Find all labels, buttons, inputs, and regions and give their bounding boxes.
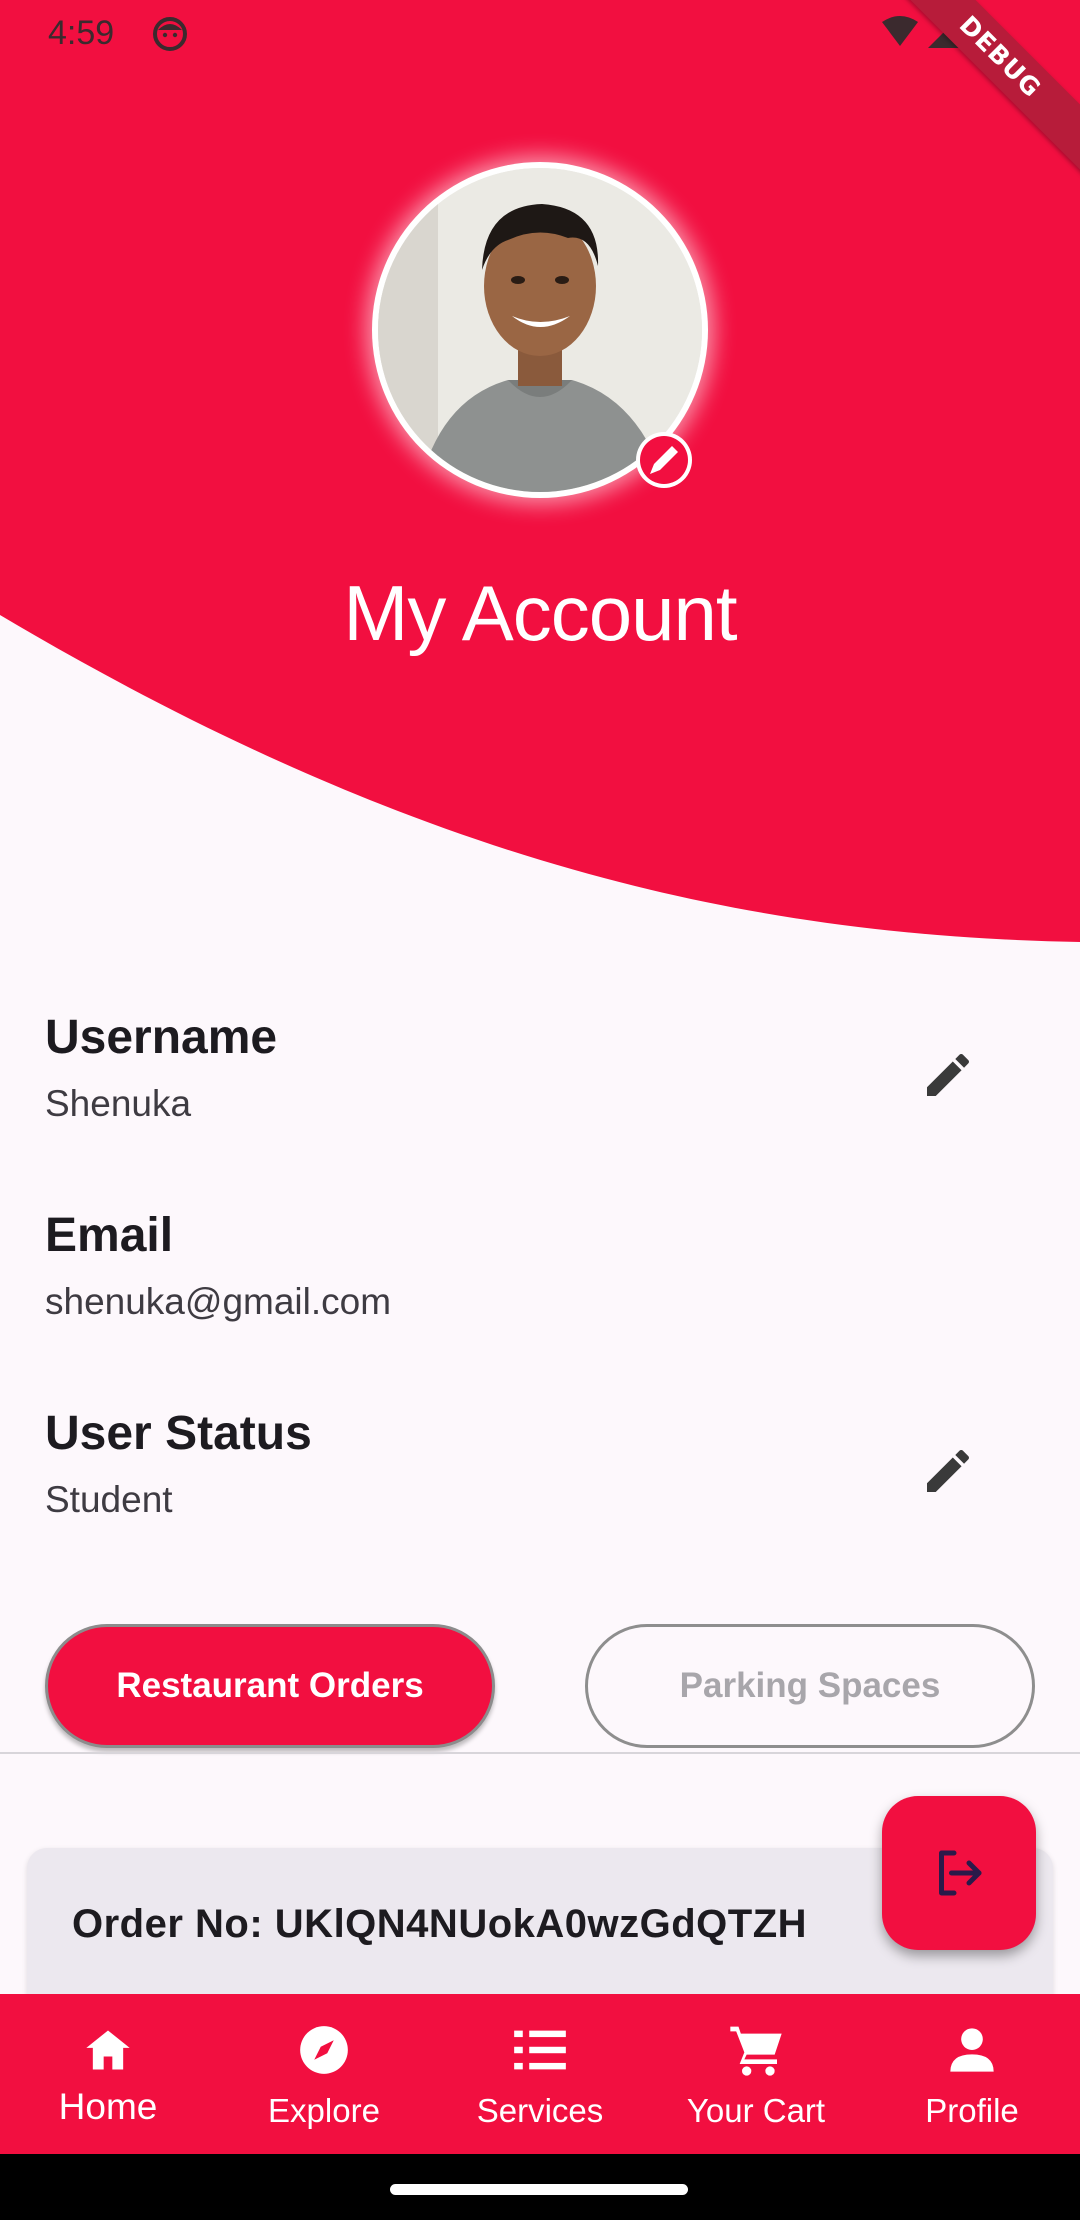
person-icon <box>946 2020 998 2080</box>
status-bar: 4:59 <box>0 0 1080 66</box>
tab-parking-spaces[interactable]: Parking Spaces <box>585 1624 1035 1748</box>
pencil-icon <box>927 1449 970 1492</box>
app-notification-icon <box>152 16 188 57</box>
nav-your-cart-label: Your Cart <box>686 2092 826 2129</box>
nav-explore-label: Explore <box>268 2092 380 2129</box>
username-row: Username Shenuka <box>45 1010 1035 1140</box>
user-status-row: User Status Student <box>45 1406 1035 1536</box>
bottom-navigation: Home Explore Services Your Cart Profile <box>0 1994 1080 2154</box>
edit-username-button[interactable] <box>915 1042 981 1108</box>
nav-profile-label: Profile <box>925 2092 1019 2129</box>
cart-icon <box>728 2020 784 2080</box>
home-gesture-handle[interactable] <box>390 2184 688 2195</box>
edit-user-status-button[interactable] <box>915 1438 981 1504</box>
email-value: shenuka@gmail.com <box>45 1281 392 1322</box>
list-icon <box>512 2020 568 2080</box>
logout-icon <box>939 1850 982 1896</box>
username-label: Username <box>45 1011 278 1064</box>
pencil-icon <box>927 1053 970 1096</box>
avatar-edit-button[interactable] <box>636 432 692 488</box>
nav-services[interactable]: Services <box>432 1994 648 2154</box>
nav-services-label: Services <box>476 2092 604 2129</box>
logout-button[interactable] <box>882 1796 1036 1950</box>
wifi-icon <box>882 16 918 46</box>
page-title: My Account <box>343 569 737 657</box>
user-status-value: Student <box>45 1479 173 1520</box>
user-status-label: User Status <box>45 1407 312 1460</box>
nav-your-cart[interactable]: Your Cart <box>648 1994 864 2154</box>
email-label: Email <box>45 1209 174 1262</box>
nav-explore[interactable]: Explore <box>216 1994 432 2154</box>
nav-home-label: Home <box>58 2086 158 2127</box>
username-value: Shenuka <box>45 1083 192 1124</box>
status-time: 4:59 <box>48 14 115 52</box>
divider <box>0 1752 1080 1754</box>
email-row: Email shenuka@gmail.com <box>45 1208 1035 1338</box>
tab-restaurant-orders[interactable]: Restaurant Orders <box>45 1624 495 1748</box>
pencil-icon <box>640 436 688 484</box>
nav-profile[interactable]: Profile <box>864 1994 1080 2154</box>
home-icon <box>82 2020 134 2080</box>
nav-home[interactable]: Home <box>0 1994 216 2154</box>
compass-icon <box>298 2020 350 2080</box>
order-number: Order No: UKlQN4NUokA0wzGdQTZH <box>72 1902 808 1946</box>
